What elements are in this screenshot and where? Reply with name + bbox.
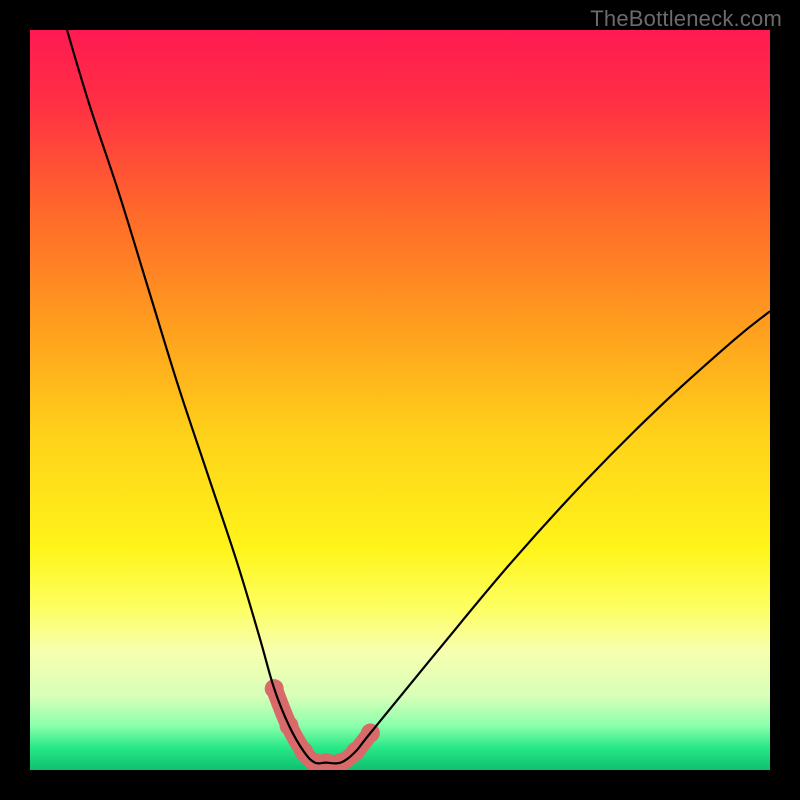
chart-svg [30,30,770,770]
watermark-label: TheBottleneck.com [590,6,782,32]
gradient-background [30,30,770,770]
chart-frame: TheBottleneck.com [0,0,800,800]
plot-area [30,30,770,770]
